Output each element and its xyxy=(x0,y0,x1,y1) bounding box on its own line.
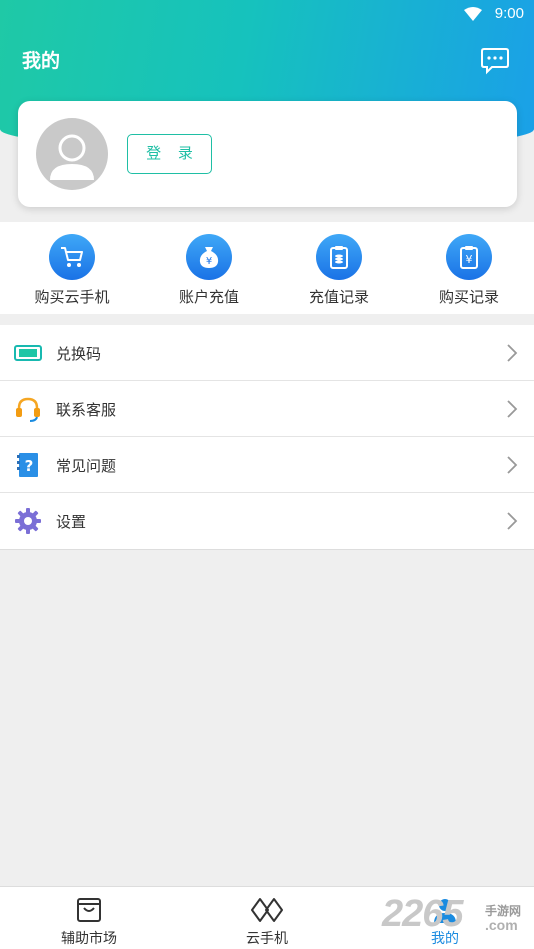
menu-item-settings[interactable]: 设置 xyxy=(0,493,534,549)
money-bag-icon: ¥ xyxy=(186,234,232,280)
wifi-icon xyxy=(464,7,482,21)
watermark: 2265 手游网 .com xyxy=(382,893,532,943)
quick-action-label: 购买记录 xyxy=(438,288,499,306)
purchase-records-button[interactable]: ¥ 购买记录 xyxy=(404,234,534,307)
watermark-number: 2265 xyxy=(382,893,464,935)
quick-action-label: 充值记录 xyxy=(308,288,369,306)
cart-icon xyxy=(49,234,95,280)
headset-icon xyxy=(16,397,40,422)
svg-text:?: ? xyxy=(25,457,34,475)
profile-card: 登 录 xyxy=(18,101,517,207)
menu-list: 兑换码 联系客服 ? 常见问题 设置 xyxy=(0,325,534,550)
question-book-icon: ? xyxy=(17,453,38,477)
recharge-records-button[interactable]: 充值记录 xyxy=(274,234,404,307)
nav-label: 辅助市场 xyxy=(61,931,117,947)
tab-assist-market[interactable]: 辅助市场 xyxy=(0,887,178,949)
bag-icon xyxy=(77,898,101,922)
account-recharge-button[interactable]: ¥ 账户充值 xyxy=(144,234,274,307)
nav-label: 云手机 xyxy=(246,931,288,947)
menu-label: 兑换码 xyxy=(56,345,102,363)
chevron-right-icon xyxy=(507,456,518,474)
quick-action-label: 账户充值 xyxy=(178,288,239,306)
yuan-clipboard-icon: ¥ xyxy=(446,234,492,280)
buy-cloud-phone-button[interactable]: 购买云手机 xyxy=(7,234,137,307)
message-button[interactable] xyxy=(480,46,510,76)
login-button[interactable]: 登 录 xyxy=(127,134,212,174)
quick-actions: 购买云手机 ¥ 账户充值 充值记录 ¥ 购买记录 xyxy=(0,222,534,314)
avatar[interactable] xyxy=(36,118,108,190)
chevron-right-icon xyxy=(507,400,518,418)
menu-label: 设置 xyxy=(56,513,87,531)
watermark-domain: .com xyxy=(485,917,518,933)
cloud-phone-icon xyxy=(251,898,283,922)
status-bar: 9:00 xyxy=(0,0,534,28)
gear-icon xyxy=(15,508,41,534)
chevron-right-icon xyxy=(507,512,518,530)
page-title: 我的 xyxy=(22,50,61,72)
default-user-icon xyxy=(50,134,94,180)
tab-cloud-phone[interactable]: 云手机 xyxy=(178,887,356,949)
svg-text:¥: ¥ xyxy=(206,256,212,267)
chevron-right-icon xyxy=(507,344,518,362)
menu-item-faq[interactable]: ? 常见问题 xyxy=(0,437,534,493)
menu-item-contact-support[interactable]: 联系客服 xyxy=(0,381,534,437)
quick-action-label: 购买云手机 xyxy=(34,288,110,306)
clipboard-icon xyxy=(316,234,362,280)
chat-bubble-icon xyxy=(481,48,509,75)
menu-item-redeem-code[interactable]: 兑换码 xyxy=(0,325,534,381)
svg-text:¥: ¥ xyxy=(466,253,473,266)
menu-label: 常见问题 xyxy=(56,457,117,475)
menu-label: 联系客服 xyxy=(56,401,117,419)
card-icon xyxy=(14,345,42,361)
status-time: 9:00 xyxy=(494,5,524,22)
